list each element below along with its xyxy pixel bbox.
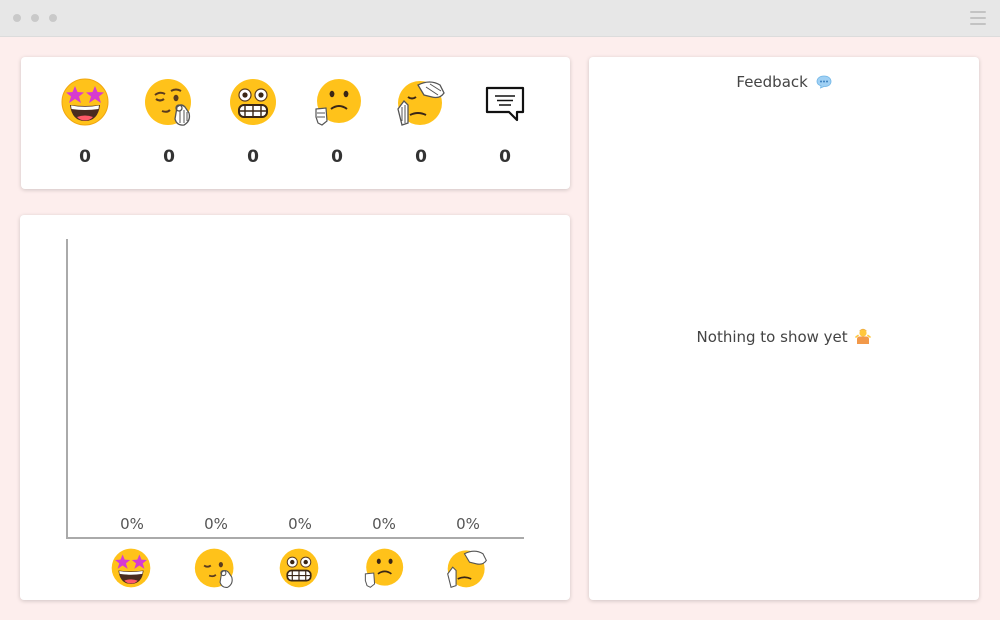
sad-thumbs-down-emoji-icon [315, 79, 361, 126]
reaction-winking[interactable]: 0 [139, 57, 199, 189]
speech-balloon-icon [816, 75, 832, 89]
reaction-star-struck[interactable]: 0 [55, 57, 115, 189]
reaction-count: 0 [163, 147, 175, 167]
reaction-count: 0 [79, 147, 91, 167]
reaction-count: 0 [415, 147, 427, 167]
window-dot-icon [49, 14, 57, 22]
window-titlebar [0, 0, 1000, 37]
empty-feedback-text: Nothing to show yet [696, 328, 848, 346]
reaction-count: 0 [247, 147, 259, 167]
window-dot-icon [31, 14, 39, 22]
reaction-bar-chart: 0% 0% 0% 0% 0% [66, 239, 524, 539]
reaction-count: 0 [499, 147, 511, 167]
reaction-count: 0 [331, 147, 343, 167]
winking-ok-emoji-icon [194, 548, 234, 588]
hamburger-menu-icon[interactable] [970, 11, 986, 25]
feedback-title: Feedback [589, 73, 979, 91]
feedback-panel: Feedback Nothing to show yet [589, 57, 979, 600]
window-dot-icon [13, 14, 21, 22]
sad-thumbs-down-emoji-icon [364, 548, 404, 588]
reaction-counts-panel: 0 0 0 0 0 0 [21, 57, 570, 189]
reaction-chart-panel: 0% 0% 0% 0% 0% [20, 215, 570, 600]
feedback-title-text: Feedback [736, 73, 808, 91]
bar-value-label: 0% [288, 515, 312, 533]
reaction-comments[interactable]: 0 [475, 57, 535, 189]
bar-value-label: 0% [456, 515, 480, 533]
empty-feedback-message: Nothing to show yet [589, 328, 979, 346]
facepalm-emoji-icon [447, 550, 487, 589]
grimacing-emoji-icon [230, 79, 276, 125]
grimacing-emoji-icon [279, 548, 319, 588]
bar-value-label: 0% [372, 515, 396, 533]
bar-value-label: 0% [204, 515, 228, 533]
reaction-grimacing[interactable]: 0 [223, 57, 283, 189]
star-struck-emoji-icon [111, 548, 151, 588]
speech-bubble-icon [485, 86, 525, 122]
winking-ok-emoji-icon [145, 79, 191, 126]
star-struck-emoji-icon [61, 78, 109, 126]
bar-value-label: 0% [120, 515, 144, 533]
reaction-facepalm[interactable]: 0 [391, 57, 451, 189]
person-shrugging-icon [855, 328, 872, 344]
facepalm-emoji-icon [397, 81, 445, 126]
reaction-sad[interactable]: 0 [307, 57, 367, 189]
